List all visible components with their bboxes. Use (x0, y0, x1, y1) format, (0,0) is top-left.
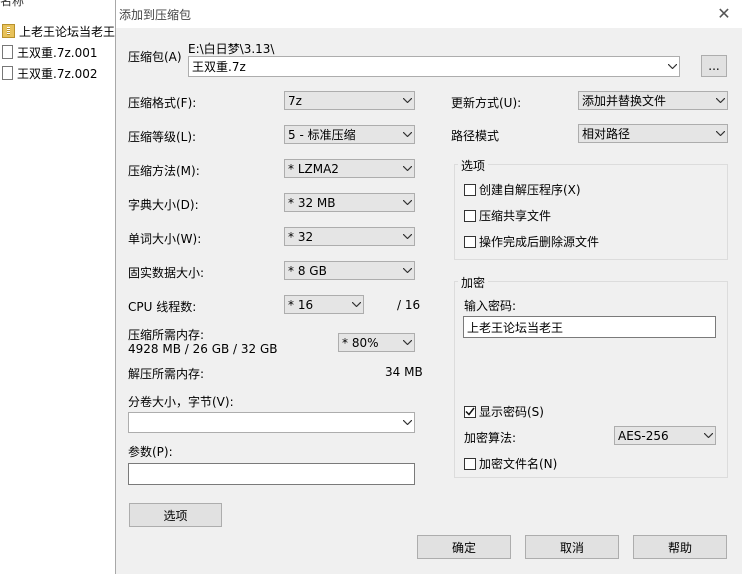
delete-after-label: 操作完成后删除源文件 (479, 235, 600, 249)
method-select[interactable]: * LZMA2 (284, 159, 415, 178)
column-header-name[interactable]: 名称 (0, 0, 24, 9)
file-explorer-background: 名称 上老王论坛当老王 王双重.7z.001 王双重.7z.002 (0, 0, 118, 574)
archive-name-value: 王双重.7z (192, 60, 246, 74)
sfx-label: 创建自解压程序(X) (479, 183, 581, 197)
help-button[interactable]: 帮助 (633, 535, 727, 559)
encryption-method-value: AES-256 (618, 428, 669, 443)
encrypt-names-label: 加密文件名(N) (479, 457, 558, 471)
delete-after-checkbox[interactable]: 操作完成后删除源文件 (464, 233, 599, 250)
path-mode-value: 相对路径 (582, 127, 631, 141)
solid-select[interactable]: * 8 GB (284, 261, 415, 280)
file-icon (2, 45, 13, 59)
options-group-title: 选项 (458, 157, 489, 174)
method-label: 压缩方法(M): (128, 164, 200, 178)
encryption-method-label: 加密算法: (464, 431, 517, 445)
update-value: 添加并替换文件 (582, 94, 667, 108)
chevron-down-icon[interactable] (665, 57, 679, 76)
word-label: 单词大小(W): (128, 232, 202, 246)
chevron-down-icon (400, 228, 414, 245)
ok-button[interactable]: 确定 (417, 535, 511, 559)
params-input[interactable] (128, 463, 415, 485)
solid-value: * 8 GB (288, 263, 327, 278)
level-label: 压缩等级(L): (128, 130, 197, 144)
chevron-down-icon (400, 194, 414, 211)
split-size-combo[interactable] (128, 412, 415, 433)
mem-decompress-value: 34 MB (385, 365, 423, 379)
format-select[interactable]: 7z (284, 91, 415, 110)
solid-label: 固实数据大小: (128, 266, 205, 280)
file-name: 上老王论坛当老王 (19, 24, 116, 39)
update-label: 更新方式(U): (451, 96, 522, 110)
mem-usage-value: * 80% (342, 335, 379, 350)
dict-value: * 32 MB (288, 195, 336, 210)
shared-files-label: 压缩共享文件 (479, 209, 552, 223)
close-icon[interactable]: ✕ (714, 4, 734, 24)
checkbox-box[interactable] (464, 183, 476, 196)
shared-files-checkbox[interactable]: 压缩共享文件 (464, 207, 551, 224)
checkbox-box[interactable] (464, 457, 476, 470)
format-value: 7z (288, 93, 302, 108)
chevron-down-icon (400, 126, 414, 143)
file-name: 王双重.7z.001 (17, 45, 98, 60)
word-value: * 32 (288, 229, 314, 244)
chevron-down-icon (400, 92, 414, 109)
format-label: 压缩格式(F): (128, 96, 197, 110)
file-icon (2, 66, 13, 80)
title-bar: 添加到压缩包 ✕ (116, 0, 742, 28)
chevron-down-icon (400, 334, 414, 351)
chevron-down-icon (701, 427, 715, 444)
archive-label: 压缩包(A) (128, 50, 182, 64)
mem-compress-label: 压缩所需内存: (128, 328, 205, 342)
params-label: 参数(P): (128, 445, 173, 459)
list-item-file[interactable]: 王双重.7z.002 (2, 64, 97, 82)
path-mode-label: 路径模式 (451, 129, 500, 143)
password-input[interactable]: 上老王论坛当老王 (463, 316, 716, 338)
show-password-label: 显示密码(S) (479, 405, 544, 419)
archive-name-combo[interactable]: 王双重.7z (188, 56, 680, 77)
browse-button[interactable]: ... (701, 55, 727, 77)
checkbox-box[interactable] (464, 235, 476, 248)
method-value: * LZMA2 (288, 161, 339, 176)
password-label: 输入密码: (464, 299, 517, 313)
update-select[interactable]: 添加并替换文件 (578, 91, 728, 110)
dict-select[interactable]: * 32 MB (284, 193, 415, 212)
add-to-archive-dialog: 添加到压缩包 ✕ 压缩包(A) E:\白日梦\3.13\ 王双重.7z ... … (115, 0, 742, 574)
cancel-button[interactable]: 取消 (525, 535, 619, 559)
list-item-file[interactable]: 王双重.7z.001 (2, 43, 97, 61)
file-name: 王双重.7z.002 (17, 66, 98, 81)
word-select[interactable]: * 32 (284, 227, 415, 246)
chevron-down-icon (400, 160, 414, 177)
show-password-checkbox[interactable]: 显示密码(S) (464, 403, 544, 420)
dialog-title: 添加到压缩包 (119, 8, 192, 22)
chevron-down-icon (400, 262, 414, 279)
list-item-folder[interactable]: 上老王论坛当老王 (2, 22, 115, 40)
archive-path: E:\白日梦\3.13\ (188, 42, 275, 56)
level-value: 5 - 标准压缩 (288, 128, 356, 142)
chevron-down-icon (713, 125, 727, 142)
mem-decompress-label: 解压所需内存: (128, 367, 205, 381)
check-icon (465, 407, 475, 416)
chevron-down-icon (713, 92, 727, 109)
cpu-total: / 16 (397, 298, 421, 312)
mem-usage-select[interactable]: * 80% (338, 333, 415, 352)
zip-folder-icon (2, 24, 15, 38)
cpu-label: CPU 线程数: (128, 300, 197, 314)
mem-compress-detail: 4928 MB / 26 GB / 32 GB (128, 342, 278, 356)
encrypt-names-checkbox[interactable]: 加密文件名(N) (464, 455, 557, 472)
path-mode-select[interactable]: 相对路径 (578, 124, 728, 143)
cpu-select[interactable]: * 16 (284, 295, 364, 314)
checkbox-box-checked[interactable] (464, 405, 476, 418)
chevron-down-icon (349, 296, 363, 313)
sfx-checkbox[interactable]: 创建自解压程序(X) (464, 181, 581, 198)
level-select[interactable]: 5 - 标准压缩 (284, 125, 415, 144)
checkbox-box[interactable] (464, 209, 476, 222)
chevron-down-icon[interactable] (400, 413, 414, 432)
encryption-group-title: 加密 (458, 274, 489, 291)
cpu-value: * 16 (288, 297, 314, 312)
options-button[interactable]: 选项 (129, 503, 222, 527)
encryption-method-select[interactable]: AES-256 (614, 426, 716, 445)
dict-label: 字典大小(D): (128, 198, 199, 212)
split-label: 分卷大小，字节(V): (128, 395, 234, 409)
